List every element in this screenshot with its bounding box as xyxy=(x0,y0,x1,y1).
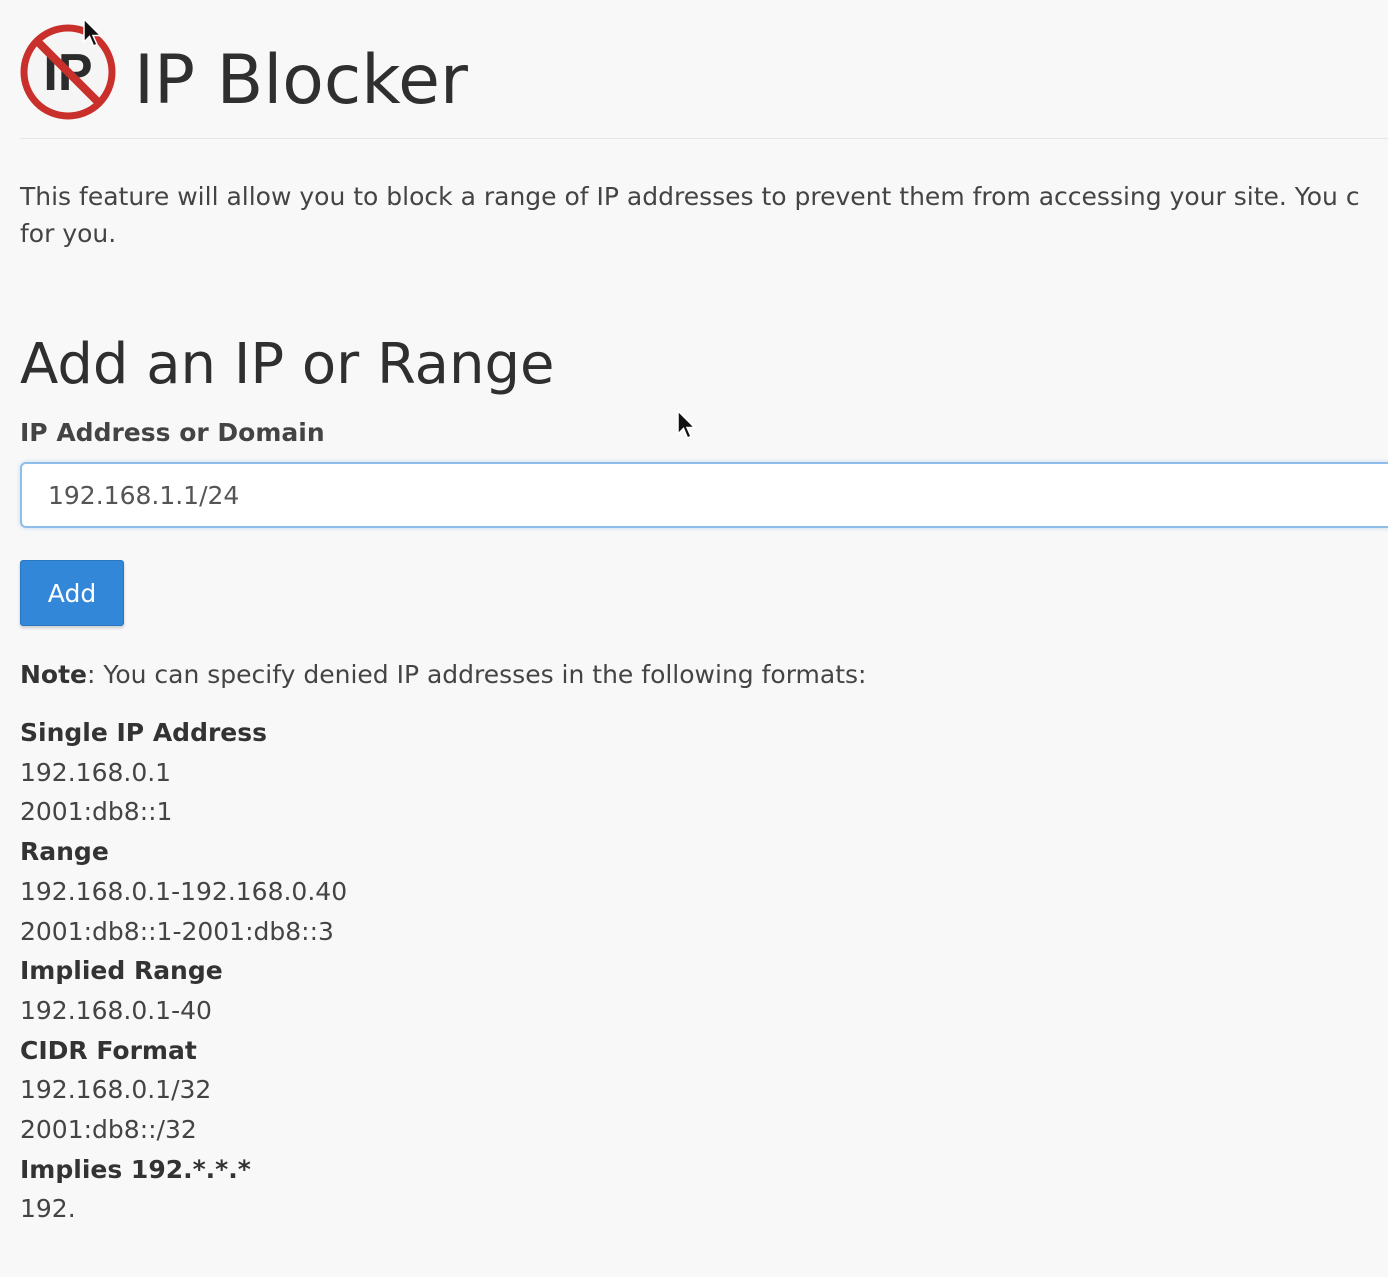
format-example: 192.168.0.1 xyxy=(20,757,172,787)
add-section-title: Add an IP or Range xyxy=(20,332,555,397)
feature-description: This feature will allow you to block a r… xyxy=(20,178,1388,252)
format-example: 192.168.0.1-192.168.0.40 xyxy=(20,876,348,906)
description-line-2: for you. xyxy=(20,219,117,248)
page-header: IP IP Blocker xyxy=(20,0,1388,139)
format-example: 2001:db8::1-2001:db8::3 xyxy=(20,916,334,946)
format-title-range: Range xyxy=(20,837,109,867)
note-label: Note xyxy=(20,660,88,689)
ip-blocker-page: IP IP Blocker This feature will allow yo… xyxy=(20,0,1388,1223)
description-line-1: This feature will allow you to block a r… xyxy=(20,182,1360,211)
format-example: 192.168.0.1/32 xyxy=(20,1075,212,1105)
format-example: 2001:db8::1 xyxy=(20,797,173,827)
note-text: Note: You can specify denied IP addresse… xyxy=(20,656,866,694)
note-body: : You can specify denied IP addresses in… xyxy=(87,660,867,689)
format-title-implied: Implied Range xyxy=(20,956,223,986)
format-example: 2001:db8::/32 xyxy=(20,1115,197,1145)
page-title: IP Blocker xyxy=(134,41,468,120)
format-title-wildcard: Implies 192.*.*.* xyxy=(20,1154,251,1184)
mouse-pointer-icon xyxy=(677,410,697,439)
add-button[interactable]: Add xyxy=(20,560,124,626)
format-title-single: Single IP Address xyxy=(20,718,268,747)
format-list: Single IP Address 192.168.0.1 2001:db8::… xyxy=(20,713,347,1229)
format-example: 192.168.0.1-40 xyxy=(20,995,212,1025)
ip-address-input[interactable] xyxy=(20,462,1388,528)
format-title-cidr: CIDR Format xyxy=(20,1035,197,1065)
ip-address-label: IP Address or Domain xyxy=(20,418,325,447)
format-example: 192. xyxy=(20,1194,76,1224)
mouse-pointer-icon xyxy=(83,18,103,47)
